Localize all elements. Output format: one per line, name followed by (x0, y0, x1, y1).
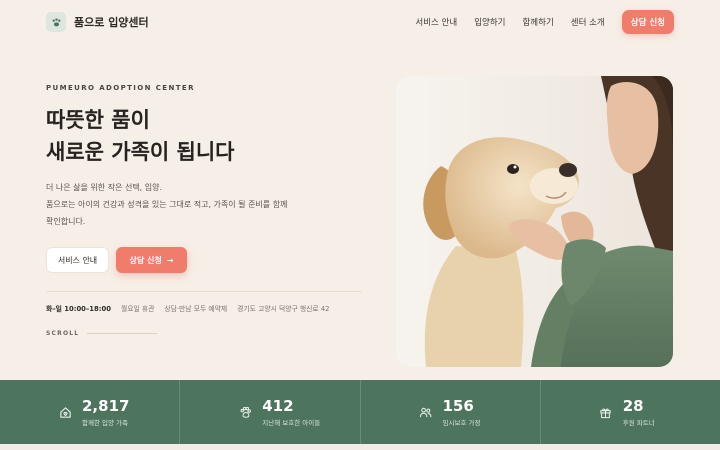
service-info-button[interactable]: 서비스 안내 (46, 247, 109, 273)
hero-buttons: 서비스 안내 상담 신청 → (46, 247, 187, 273)
users-icon (419, 405, 433, 419)
home-heart-icon (58, 405, 72, 419)
scroll-line (87, 333, 158, 334)
consult-button[interactable]: 상담 신청 → (116, 247, 187, 273)
address: 경기도 고양시 덕양구 행신로 42 (237, 305, 330, 313)
center-info: 화–일 10:00–18:00 월요일 휴관 상담·만남 모두 예약제 경기도 … (46, 303, 329, 313)
stat-value: 28 (622, 397, 644, 415)
reservation-note: 상담·만남 모두 예약제 (164, 305, 228, 313)
scroll-label: SCROLL (46, 330, 80, 337)
hero-title: 따뜻한 품이 새로운 가족이 됩니다 (46, 104, 235, 168)
arrow-right-icon: → (166, 255, 174, 265)
hero-title-line2: 새로운 가족이 됩니다 (46, 140, 235, 164)
hero-desc-line3: 확인합니다. (46, 217, 86, 226)
opening-hours: 화–일 10:00–18:00 (46, 305, 111, 313)
paw-logo-icon (46, 12, 66, 32)
hero-title-line1: 따뜻한 품이 (46, 108, 150, 132)
nav-item-about[interactable]: 센터 소개 (571, 16, 605, 28)
main-nav: 서비스 안내 입양하기 함께하기 센터 소개 상담 신청 (415, 10, 674, 34)
nav-item-services[interactable]: 서비스 안내 (415, 16, 457, 28)
brand[interactable]: 품으로 입양센터 (46, 12, 149, 32)
stat-label: 함께한 입양 가족 (82, 419, 128, 427)
stat-value: 156 (442, 397, 474, 415)
stat-label: 지난해 보호한 아이들 (262, 419, 321, 427)
stat-value: 2,817 (82, 397, 130, 415)
gift-icon (599, 405, 613, 419)
hero-photo (396, 76, 673, 367)
closed-day: 월요일 휴관 (120, 305, 155, 313)
stat-foster-homes: 156 임시보호 가정 (361, 380, 541, 444)
hero-description: 더 나은 삶을 위한 작은 선택, 입양. 품으로는 아이의 건강과 성격을 있… (46, 179, 346, 230)
scroll-indicator: SCROLL (46, 330, 158, 337)
hero-desc-line2: 품으로는 아이의 건강과 성격을 있는 그대로 적고, 가족이 될 준비를 함께 (46, 200, 288, 209)
consult-button-label: 상담 신청 (129, 255, 162, 265)
stat-adoption-families: 2,817 함께한 입양 가족 (0, 380, 181, 444)
stats-band: 2,817 함께한 입양 가족 412 지난해 보호한 아이들 156 임시보호… (0, 380, 720, 444)
stat-sponsor-partners: 28 후원 파트너 (541, 380, 720, 444)
stat-protected-animals: 412 지난해 보호한 아이들 (180, 380, 361, 444)
hero-desc-line1: 더 나은 삶을 위한 작은 선택, 입양. (46, 183, 163, 192)
hero-eyebrow: PUMEURO ADOPTION CENTER (46, 84, 195, 92)
hero-divider (46, 291, 362, 292)
header-consult-button[interactable]: 상담 신청 (621, 10, 674, 34)
stat-label: 후원 파트너 (622, 419, 655, 427)
stat-label: 임시보호 가정 (442, 419, 481, 427)
next-section-edge (0, 444, 720, 450)
nav-item-together[interactable]: 함께하기 (522, 16, 553, 28)
header: 품으로 입양센터 서비스 안내 입양하기 함께하기 센터 소개 상담 신청 (0, 0, 720, 44)
stat-value: 412 (262, 397, 294, 415)
paw-icon (238, 405, 252, 419)
brand-name: 품으로 입양센터 (74, 16, 149, 29)
nav-item-adopt[interactable]: 입양하기 (474, 16, 505, 28)
